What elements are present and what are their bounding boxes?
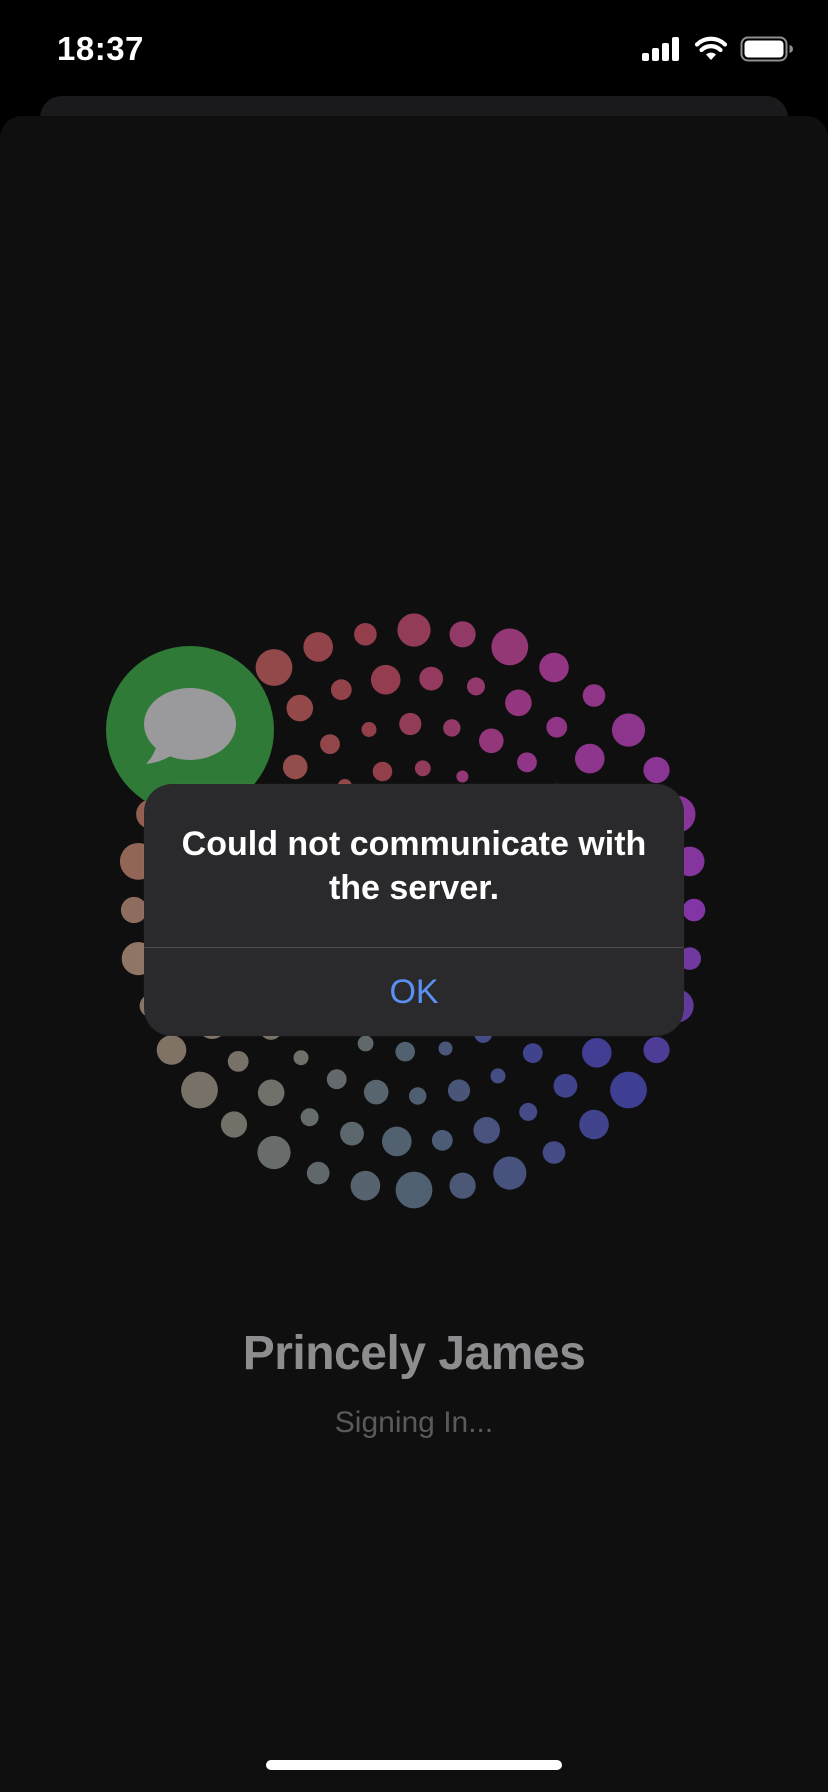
ring-dot	[340, 1121, 364, 1146]
ring-dot	[449, 621, 476, 648]
ring-dot	[286, 694, 314, 722]
ring-dot	[575, 743, 605, 774]
ring-dot	[682, 898, 706, 922]
ring-dot	[181, 1071, 218, 1109]
ring-dot	[582, 684, 606, 707]
ring-dot	[156, 1035, 187, 1065]
ring-dot	[330, 679, 352, 701]
ring-dot	[397, 613, 431, 647]
ring-dot	[517, 752, 537, 773]
ring-dot	[479, 728, 504, 754]
ring-dot	[326, 1069, 347, 1090]
ring-dot	[539, 652, 569, 683]
ring-dot	[643, 1036, 670, 1064]
ring-dot	[553, 1073, 578, 1098]
ring-dot	[372, 761, 393, 782]
ring-dot	[382, 1126, 412, 1157]
error-alert: Could not communicate with the server. O…	[144, 784, 684, 1036]
ring-dot	[370, 664, 401, 695]
ring-dot	[320, 734, 340, 754]
ring-dot	[491, 628, 529, 666]
ring-dot	[643, 756, 670, 784]
ring-dot	[610, 1071, 647, 1109]
ring-dot	[522, 1043, 543, 1063]
ring-dot	[467, 677, 485, 696]
ring-dot	[227, 1051, 249, 1072]
ring-dot	[354, 623, 377, 646]
ring-dot	[438, 1041, 453, 1056]
ring-dot	[505, 689, 532, 717]
ring-dot	[306, 1161, 330, 1185]
ring-dot	[409, 1087, 427, 1105]
ring-dot	[363, 1079, 389, 1105]
ring-dot	[357, 1035, 374, 1052]
ring-dot	[542, 1141, 566, 1164]
ring-dot	[546, 716, 568, 738]
ring-dot	[582, 1038, 612, 1068]
ok-button[interactable]: OK	[144, 948, 684, 1036]
ring-dot	[303, 632, 334, 662]
ring-dot	[449, 1172, 476, 1199]
signing-in-status: Signing In...	[334, 1406, 494, 1439]
ring-dot	[414, 760, 431, 777]
ring-dot	[399, 712, 422, 736]
home-indicator[interactable]	[266, 1760, 562, 1770]
ring-dot	[431, 1129, 453, 1151]
ring-dot	[443, 719, 461, 737]
alert-message: Could not communicate with the server.	[181, 825, 647, 907]
ring-dot	[361, 722, 377, 737]
ring-dot	[579, 1109, 609, 1140]
ring-dot	[519, 1102, 538, 1121]
ring-dot	[419, 666, 444, 691]
ring-dot	[257, 1135, 291, 1170]
ring-dot	[447, 1079, 471, 1102]
ring-dot	[350, 1170, 381, 1201]
ring-dot	[395, 1171, 433, 1209]
ring-dot	[490, 1068, 506, 1084]
account-name: Princely James	[242, 1327, 586, 1380]
ring-dot	[220, 1111, 248, 1138]
ring-dot	[395, 1041, 416, 1062]
ring-dot	[611, 713, 646, 747]
ring-dot	[300, 1108, 319, 1127]
ring-dot	[293, 1050, 309, 1066]
ring-dot	[456, 770, 469, 783]
ring-dot	[493, 1156, 527, 1190]
ring-dot	[473, 1117, 501, 1144]
ring-dot	[282, 754, 308, 780]
ring-dot	[257, 1079, 285, 1107]
